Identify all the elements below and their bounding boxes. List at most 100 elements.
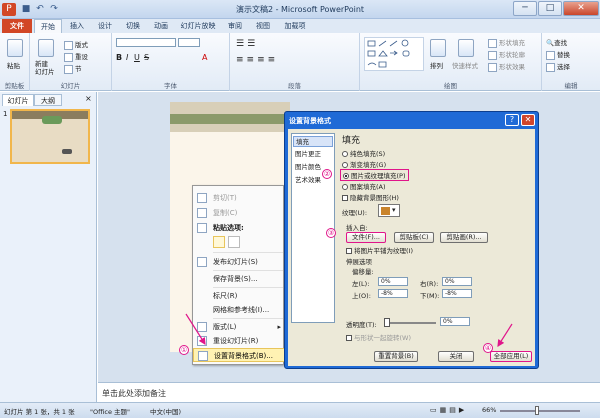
menu-publish-slides[interactable]: 发布幻灯片(S) [193,255,285,269]
file-button[interactable]: 文件(F)... [346,232,386,243]
reset-button[interactable]: 重设 [64,51,88,62]
maximize-button[interactable]: □ [538,1,562,16]
shape-outline-button[interactable]: 形状轮廓 [488,49,525,60]
tab-slideshow[interactable]: 幻灯片放映 [176,19,220,33]
quick-styles-button[interactable]: 快速样式 [452,60,478,70]
clipboard-button[interactable]: 剪贴板(C) [394,232,434,243]
slider-thumb[interactable] [384,318,390,327]
slide-thumbnail[interactable] [10,109,90,164]
tab-insert[interactable]: 插入 [64,19,90,33]
transparency-input[interactable]: 0% [440,317,470,326]
shapes-gallery[interactable] [364,37,424,71]
group-font: B I U S A 字体 [112,33,230,91]
menu-save-background[interactable]: 保存背景(S)... [193,272,285,286]
category-fill[interactable]: 填充 [293,136,333,147]
menu-format-background[interactable]: 设置背景格式(B)... [193,348,285,362]
bottom-offset-label: 下(M): [420,292,440,300]
font-size-select[interactable] [178,38,200,47]
tile-texture-checkbox[interactable]: 将图片平铺为纹理(I) [346,245,413,255]
radio-gradient-fill[interactable]: 渐变填充(G) [342,159,386,169]
paste-keep-icon[interactable] [213,236,225,248]
font-name-select[interactable] [116,38,176,47]
menu-cut[interactable]: 剪切(T) [193,191,285,205]
apply-to-all-button[interactable]: 全部应用(L) [490,351,532,362]
annotation-1: ① [179,345,189,355]
menu-ruler[interactable]: 标尺(R) [193,289,285,303]
find-button[interactable]: 🔍查找 [546,37,567,47]
tab-transitions[interactable]: 切换 [120,19,146,33]
close-pane-icon[interactable]: × [85,94,92,103]
chevron-down-icon: ▾ [392,206,396,214]
replace-button[interactable]: 替换 [546,49,570,60]
new-slide-icon[interactable] [38,39,54,57]
category-picture-corrections[interactable]: 图片更正 [293,149,333,160]
radio-pattern-fill[interactable]: 图案填充(A) [342,181,386,191]
align-icons[interactable]: ≡≡≡≡ [236,55,278,65]
left-offset-input[interactable]: 0% [378,277,408,286]
texture-dropdown[interactable]: ▾ [378,204,400,217]
offset-label: 偏移量: [352,268,374,276]
menu-reset-slide[interactable]: 重设幻灯片(R) [193,334,285,348]
quick-styles-icon[interactable] [458,39,474,57]
bold-icon[interactable]: B [116,53,122,62]
paste-icon[interactable] [7,39,23,57]
tab-design[interactable]: 设计 [92,19,118,33]
help-button[interactable]: ? [505,114,519,126]
format-background-icon [198,351,208,361]
close-button[interactable]: 关闭 [438,351,474,362]
shape-effects-button[interactable]: 形状效果 [488,61,525,72]
paste-picture-icon[interactable] [228,236,240,248]
dialog-title: 设置背景格式 [289,117,331,125]
slide-panel: 幻灯片 大纲 × 1 [0,92,97,402]
new-slide-button[interactable]: 新建 幻灯片 [35,60,55,76]
menu-grid-guides[interactable]: 网格和参考线(I)... [193,303,285,317]
shapes-icon [367,39,410,68]
zoom-level[interactable]: 66% [482,406,496,414]
bullet-list-icon[interactable]: ☰☰ [236,39,258,49]
reset-background-button[interactable]: 重置背景(B) [374,351,418,362]
close-window-button[interactable]: ✕ [563,1,599,16]
tab-file[interactable]: 文件 [2,19,32,33]
select-button[interactable]: 选择 [546,61,570,72]
group-label: 剪贴板 [4,82,25,90]
radio-solid-fill[interactable]: 纯色填充(S) [342,148,385,158]
layout-button[interactable]: 版式 [64,39,88,50]
paste-button[interactable]: 粘贴 [7,60,20,70]
rotate-with-shape-checkbox[interactable]: 与形状一起旋转(W) [346,332,411,342]
bottom-offset-input[interactable]: -8% [442,289,472,298]
arrange-icon[interactable] [430,39,446,57]
font-color-icon[interactable]: A [202,53,207,62]
top-offset-input[interactable]: -8% [378,289,408,298]
tab-home[interactable]: 开始 [34,19,62,33]
underline-icon[interactable]: U [134,53,140,62]
arrange-button[interactable]: 排列 [430,60,443,70]
zoom-slider[interactable] [500,406,580,415]
shape-fill-button[interactable]: 形状填充 [488,37,525,48]
transparency-slider[interactable] [384,318,436,327]
tab-animations[interactable]: 动画 [148,19,174,33]
theme-status[interactable]: "Office 主题" [90,406,130,416]
section-button[interactable]: 节 [64,63,82,74]
tab-review[interactable]: 审阅 [222,19,248,33]
clipart-button[interactable]: 剪贴画(R)... [440,232,488,243]
strikethrough-icon[interactable]: S [144,53,149,62]
tab-outline-pane[interactable]: 大纲 [34,94,62,106]
menu-layout[interactable]: 版式(L) ▸ [193,320,285,334]
slide-number: 1 [3,110,8,118]
dialog-close-button[interactable]: ✕ [521,114,535,126]
group-label: 编辑 [564,82,578,90]
italic-icon[interactable]: I [126,53,128,62]
tab-addins[interactable]: 加载项 [278,19,312,33]
notes-pane[interactable]: 单击此处添加备注 [98,382,600,402]
copy-icon [197,208,207,218]
radio-picture-texture-fill[interactable]: 图片或纹理填充(P) [340,169,409,181]
tab-view[interactable]: 视图 [250,19,276,33]
menu-copy[interactable]: 复制(C) [193,206,285,220]
tab-slides-pane[interactable]: 幻灯片 [2,94,34,106]
group-clipboard: 粘贴 剪贴板 [0,33,30,91]
minimize-button[interactable]: ─ [513,1,537,16]
view-buttons[interactable]: ▭▦▤▶ [430,406,467,414]
language-status[interactable]: 中文(中国) [150,406,181,416]
hide-background-checkbox[interactable]: 隐藏背景图形(H) [342,192,399,202]
right-offset-input[interactable]: 0% [442,277,472,286]
